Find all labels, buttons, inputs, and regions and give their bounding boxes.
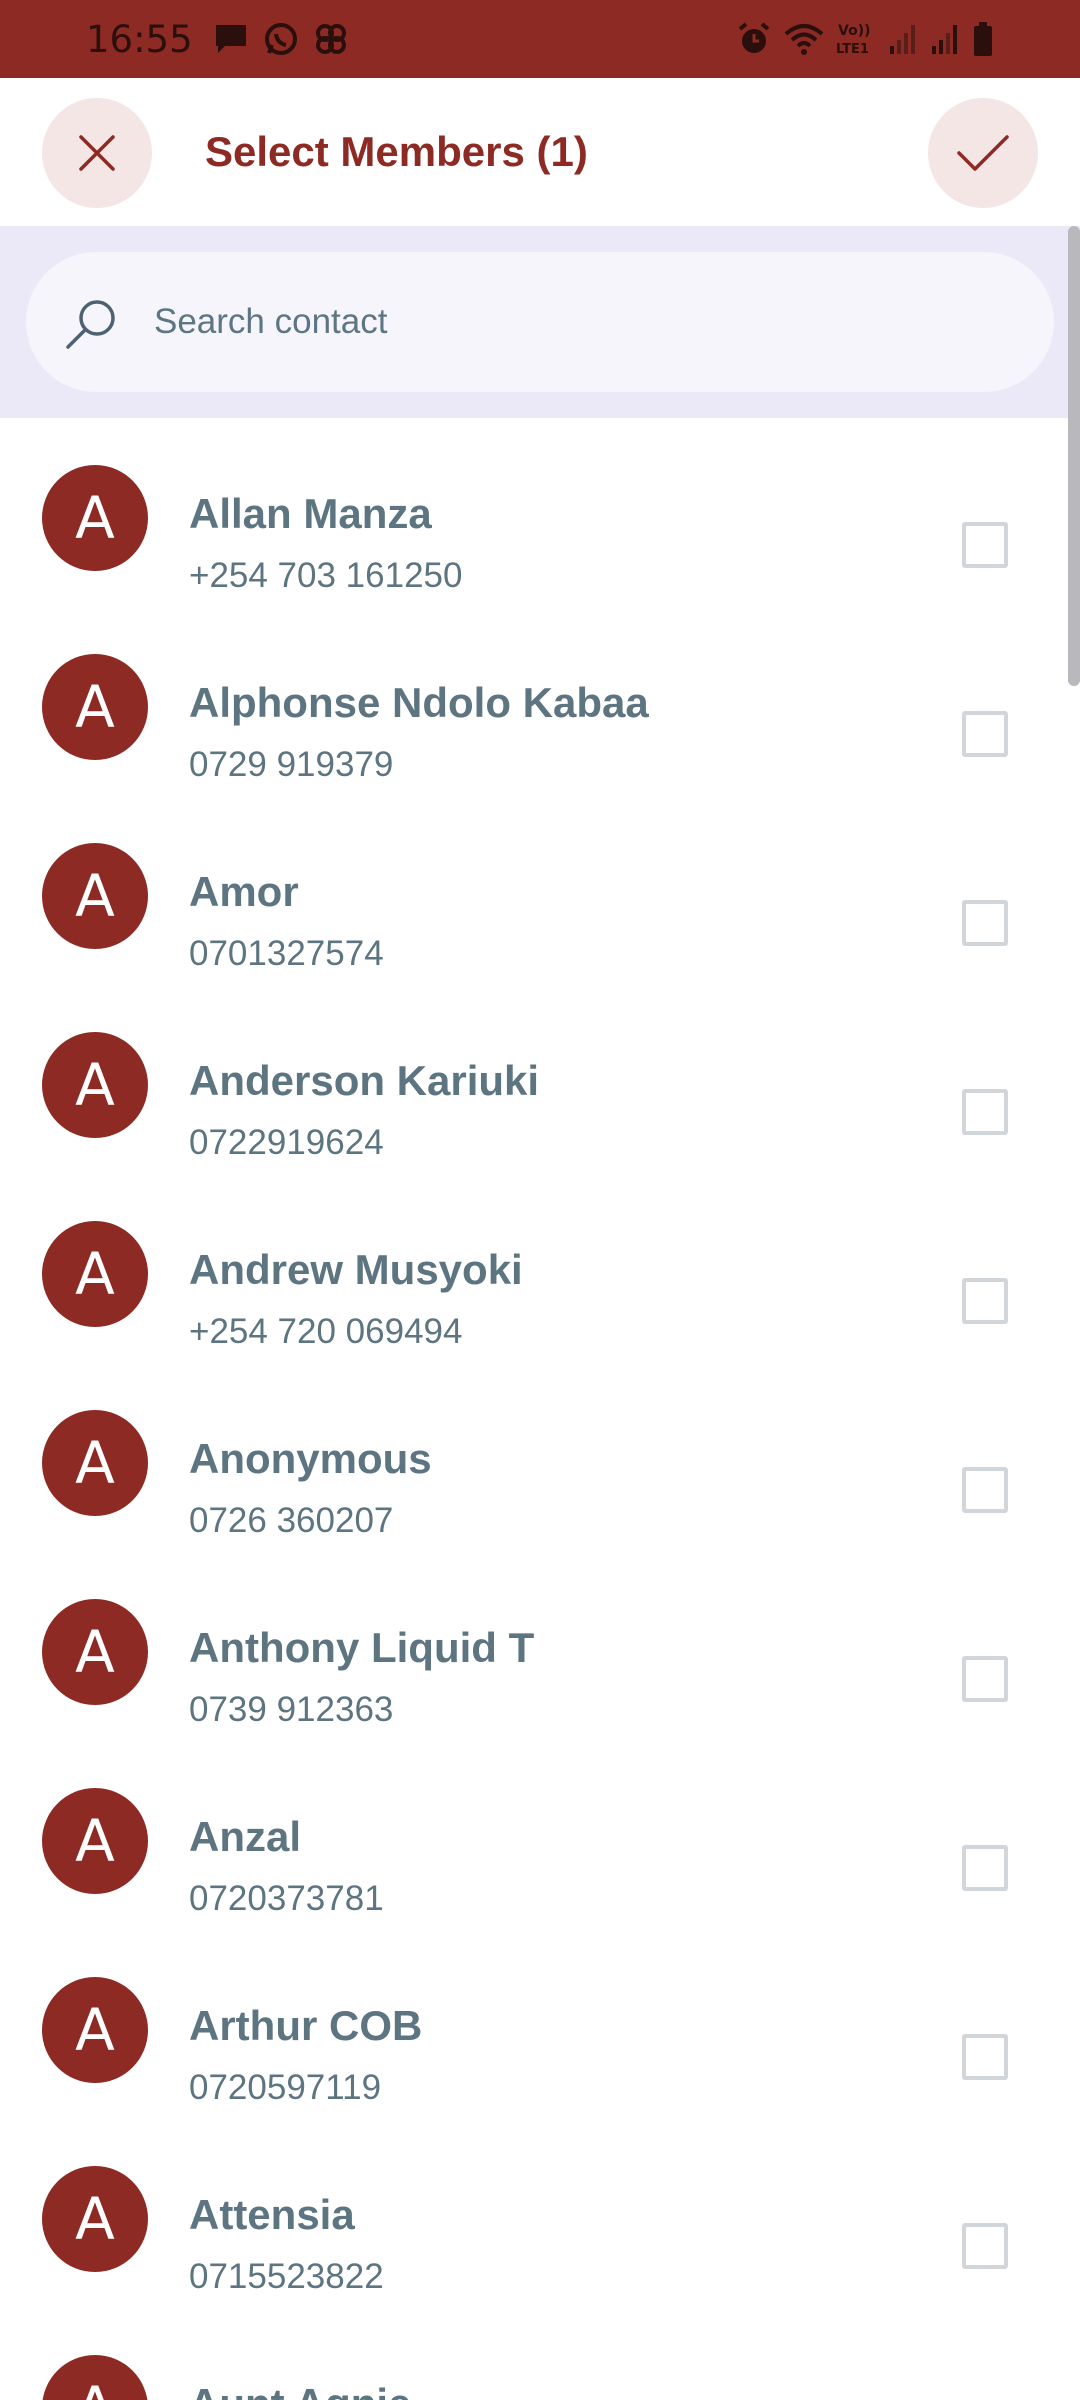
contact-name: Anzal (189, 1813, 302, 1860)
avatar: A (42, 2355, 148, 2400)
avatar: A (42, 843, 148, 949)
whatsapp-icon (263, 21, 299, 57)
close-icon (79, 135, 115, 171)
contact-name: Anthony Liquid T (189, 1624, 535, 1671)
select-checkbox[interactable] (962, 522, 1008, 568)
signal-icon (930, 22, 960, 56)
avatar: A (42, 1788, 148, 1894)
contact-phone: 0726 360207 (189, 1501, 394, 1540)
contact-name: Alphonse Ndolo Kabaa (189, 679, 649, 726)
svg-text:LTE1: LTE1 (836, 42, 869, 57)
contact-phone: 0729 919379 (189, 745, 394, 784)
select-checkbox[interactable] (962, 711, 1008, 757)
contact-phone: 0739 912363 (189, 1690, 394, 1729)
close-button[interactable] (42, 98, 152, 208)
contact-row[interactable]: A Amor 0701327574 (0, 796, 1080, 985)
signal-icon (888, 22, 918, 56)
contact-list: A Allan Manza +254 703 161250 A Alphonse… (0, 418, 1080, 2400)
avatar: A (42, 654, 148, 760)
pinwheel-icon (313, 21, 349, 57)
contact-row[interactable]: A Anderson Kariuki 0722919624 (0, 985, 1080, 1174)
search-input[interactable] (152, 282, 1012, 362)
contact-row[interactable]: A Aunt Agnie (0, 2308, 1080, 2400)
avatar: A (42, 1032, 148, 1138)
avatar: A (42, 1221, 148, 1327)
contact-name: Amor (189, 868, 299, 915)
contact-phone: 0720597119 (189, 2068, 382, 2107)
avatar: A (42, 1410, 148, 1516)
alarm-icon (736, 21, 772, 57)
select-checkbox[interactable] (962, 2034, 1008, 2080)
avatar: A (42, 2166, 148, 2272)
contact-name: Aunt Agnie (189, 2380, 411, 2400)
contact-row[interactable]: A Allan Manza +254 703 161250 (0, 418, 1080, 607)
contact-phone: +254 703 161250 (189, 556, 463, 595)
select-checkbox[interactable] (962, 1089, 1008, 1135)
contact-phone: 0701327574 (189, 934, 384, 973)
contact-name: Allan Manza (189, 490, 432, 537)
page-title: Select Members (1) (205, 128, 588, 175)
status-time: 16:55 (86, 17, 193, 61)
select-checkbox[interactable] (962, 900, 1008, 946)
contact-row[interactable]: A Anonymous 0726 360207 (0, 1363, 1080, 1552)
avatar: A (42, 1977, 148, 2083)
confirm-button[interactable] (928, 98, 1038, 208)
battery-icon (972, 21, 994, 57)
contact-phone: +254 720 069494 (189, 1312, 463, 1351)
avatar: A (42, 465, 148, 571)
contact-row[interactable]: A Andrew Musyoki +254 720 069494 (0, 1174, 1080, 1363)
message-icon (213, 22, 249, 56)
contact-row[interactable]: A Anthony Liquid T 0739 912363 (0, 1552, 1080, 1741)
contact-phone: 0720373781 (189, 1879, 384, 1918)
contact-name: Anderson Kariuki (189, 1057, 540, 1104)
app-header: Select Members (1) (0, 78, 1080, 226)
contact-name: Arthur COB (189, 2002, 423, 2049)
select-checkbox[interactable] (962, 1845, 1008, 1891)
search-box[interactable] (26, 252, 1054, 392)
contact-name: Attensia (189, 2191, 355, 2238)
select-checkbox[interactable] (962, 1656, 1008, 1702)
wifi-icon (784, 22, 824, 56)
check-icon (957, 135, 1009, 171)
select-checkbox[interactable] (962, 1278, 1008, 1324)
status-bar: 16:55 Vo)) LTE1 (0, 0, 1080, 78)
contact-phone: 0715523822 (189, 2257, 384, 2296)
contact-name: Anonymous (189, 1435, 432, 1482)
contact-row[interactable]: A Arthur COB 0720597119 (0, 1930, 1080, 2119)
search-icon (66, 300, 115, 349)
select-checkbox[interactable] (962, 1467, 1008, 1513)
contact-row[interactable]: A Anzal 0720373781 (0, 1741, 1080, 1930)
contact-name: Andrew Musyoki (189, 1246, 523, 1293)
contact-phone: 0722919624 (189, 1123, 384, 1162)
contact-row[interactable]: A Alphonse Ndolo Kabaa 0729 919379 (0, 607, 1080, 796)
svg-text:Vo)): Vo)) (838, 23, 870, 39)
select-checkbox[interactable] (962, 2223, 1008, 2269)
volte-icon: Vo)) LTE1 (836, 21, 876, 57)
contact-row[interactable]: A Attensia 0715523822 (0, 2119, 1080, 2308)
avatar: A (42, 1599, 148, 1705)
search-panel (0, 226, 1080, 418)
